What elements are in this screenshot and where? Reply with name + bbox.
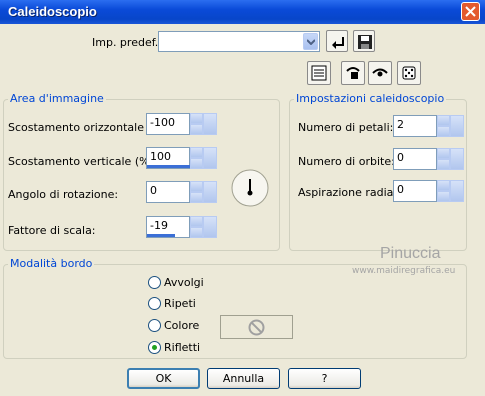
radio-repeat-label[interactable]: Ripeti (164, 297, 196, 310)
radio-wrap[interactable] (148, 276, 161, 289)
scale-level-bar (147, 234, 175, 237)
radial-suction-label: Aspirazione radiale: (298, 186, 407, 199)
preset-dropdown-button[interactable] (303, 33, 318, 50)
watermark-name: Pinuccia (380, 245, 441, 262)
h-offset-down[interactable] (190, 124, 203, 135)
radial-suction-value[interactable]: 0 (393, 180, 437, 202)
petals-up[interactable] (437, 115, 450, 126)
undo-arrow-icon (332, 37, 344, 49)
orbits-label: Numero di orbite: (298, 155, 395, 168)
close-button[interactable] (461, 2, 480, 21)
scale-up[interactable] (190, 216, 203, 227)
radio-color[interactable] (148, 319, 161, 332)
petals-label: Numero di petali: (298, 121, 394, 134)
petals-dropdown[interactable] (450, 115, 464, 137)
preview-button[interactable] (368, 61, 392, 85)
image-area-legend: Area d'immagine (8, 92, 106, 105)
border-mode-group (3, 264, 467, 359)
h-offset-value[interactable]: -100 (146, 113, 190, 135)
orbits-down[interactable] (437, 159, 450, 170)
rotation-dropdown[interactable] (203, 181, 217, 203)
v-offset-up[interactable] (190, 147, 203, 158)
floppy-disk-icon (358, 35, 372, 49)
eye-lock-icon (346, 67, 360, 79)
orbits-value[interactable]: 0 (393, 148, 437, 170)
ok-button[interactable]: OK (127, 368, 200, 389)
preset-label: Imp. predef.: (92, 36, 162, 49)
border-mode-legend: Modalità bordo (8, 257, 95, 270)
radio-reflect-label[interactable]: Rifletti (164, 341, 200, 354)
radial-suction-down[interactable] (437, 191, 450, 202)
scale-dropdown[interactable] (203, 216, 217, 238)
cancel-button[interactable]: Annulla (207, 368, 280, 389)
border-color-swatch[interactable] (220, 315, 293, 339)
no-color-icon (248, 319, 265, 336)
window-title: Caleidoscopio (8, 4, 97, 19)
reset-preset-button[interactable] (326, 30, 348, 52)
proof-button[interactable] (307, 61, 331, 85)
v-offset-down[interactable] (190, 158, 203, 169)
rotation-value[interactable]: 0 (146, 181, 190, 203)
randomize-button[interactable] (397, 61, 421, 85)
save-preset-button[interactable] (353, 30, 375, 52)
help-button[interactable]: ? (288, 368, 361, 389)
radio-color-label[interactable]: Colore (164, 319, 199, 332)
rotation-down[interactable] (190, 192, 203, 203)
scale-down[interactable] (190, 227, 203, 238)
title-bar: Caleidoscopio (0, 0, 485, 24)
radio-wrap-label[interactable]: Avvolgi (164, 276, 204, 289)
kaleidoscope-legend: Impostazioni caleidoscopio (294, 92, 447, 105)
radio-selected-dot (152, 345, 157, 350)
close-icon (465, 6, 476, 17)
radio-repeat[interactable] (148, 297, 161, 310)
orbits-up[interactable] (437, 148, 450, 159)
v-offset-dropdown[interactable] (203, 147, 217, 169)
lock-preview-button[interactable] (341, 61, 365, 85)
rotation-label: Angolo di rotazione: (8, 188, 119, 201)
orbits-dropdown[interactable] (450, 148, 464, 170)
eye-icon (372, 68, 388, 77)
window-preview-icon (311, 65, 327, 81)
rotation-up[interactable] (190, 181, 203, 192)
petals-value[interactable]: 2 (393, 115, 437, 137)
preset-select[interactable] (158, 31, 320, 52)
chevron-down-icon (307, 39, 315, 45)
radial-suction-dropdown[interactable] (450, 180, 464, 202)
petals-down[interactable] (437, 126, 450, 137)
rotation-dial[interactable] (230, 168, 270, 208)
radial-suction-up[interactable] (437, 180, 450, 191)
v-offset-label: Scostamento verticale (%): (8, 155, 158, 168)
scale-label: Fattore di scala: (8, 224, 96, 237)
h-offset-up[interactable] (190, 113, 203, 124)
h-offset-dropdown[interactable] (203, 113, 217, 135)
radio-reflect[interactable] (148, 341, 161, 354)
dice-icon (402, 66, 416, 80)
